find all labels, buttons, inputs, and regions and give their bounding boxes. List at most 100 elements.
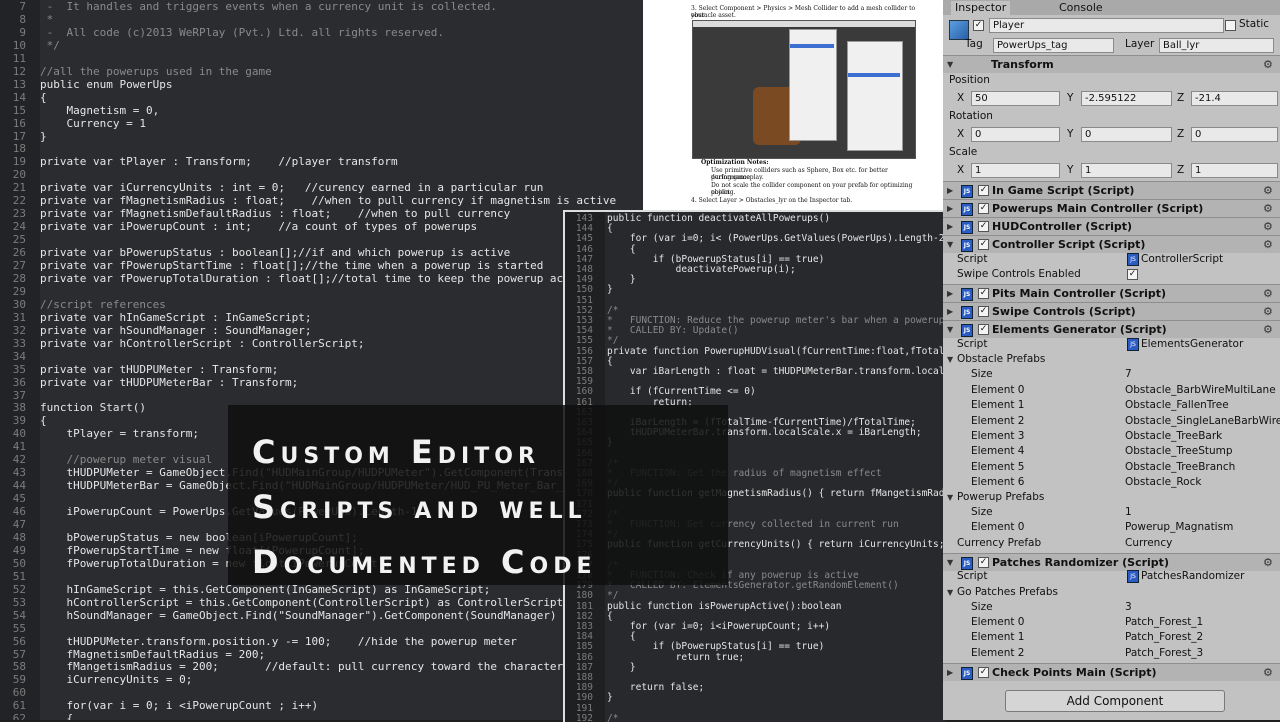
code-text: private var bPowerupStatus : boolean[];/… — [40, 246, 511, 260]
gear-icon[interactable]: ⚙ — [1263, 56, 1273, 73]
rotation-z-field[interactable]: 0 — [1191, 127, 1278, 142]
tab-console[interactable]: Console — [1055, 1, 1107, 15]
scale-z-field[interactable]: 1 — [1191, 163, 1278, 178]
component-enabled-checkbox[interactable]: ✓ — [978, 557, 989, 568]
line-number: 7 — [19, 0, 26, 13]
script-icon: JS — [1127, 338, 1139, 351]
component-powerups-main[interactable]: ▶ JS ✓ Powerups Main Controller (Script)… — [943, 199, 1280, 217]
line-number: 56 — [12, 634, 26, 648]
tag-dropdown[interactable]: PowerUps_tag — [993, 38, 1114, 53]
patches-size-value[interactable]: 3 — [1125, 599, 1132, 615]
component-transform[interactable]: ▼ Transform ⚙ — [943, 55, 1280, 73]
tab-inspector[interactable]: Inspector — [951, 1, 1011, 15]
component-in-game-script[interactable]: ▶ JS ✓ In Game Script (Script) ⚙ — [943, 181, 1280, 199]
component-title: Powerups Main Controller (Script) — [992, 202, 1204, 215]
elements-script-value[interactable]: ElementsGenerator — [1141, 336, 1243, 352]
component-enabled-checkbox[interactable]: ✓ — [978, 288, 989, 299]
rotation-y-field[interactable]: 0 — [1081, 127, 1172, 142]
component-title: Pits Main Controller (Script) — [992, 287, 1167, 300]
component-controller-script[interactable]: ▼ JS ✓ Controller Script (Script) ⚙ — [943, 235, 1280, 253]
gameobject-name-field[interactable]: Player — [989, 18, 1224, 33]
add-component-button[interactable]: Add Component — [1005, 690, 1225, 712]
component-enabled-checkbox[interactable]: ✓ — [978, 306, 989, 317]
static-checkbox[interactable] — [1225, 20, 1236, 31]
code-line: 13 public enum PowerUps — [0, 78, 173, 91]
line-number: 32 — [12, 323, 26, 337]
position-x-field[interactable]: 50 — [971, 91, 1060, 106]
documentation-page: 3. Select Component > Physics > Mesh Col… — [643, 0, 943, 210]
fold-arrow-icon[interactable]: ▼ — [947, 321, 953, 338]
gear-icon[interactable]: ⚙ — [1263, 285, 1273, 302]
position-z-field[interactable]: -21.4 — [1191, 91, 1278, 106]
fold-arrow-icon[interactable]: ▼ — [947, 56, 953, 73]
fold-arrow-icon[interactable]: ▶ — [947, 218, 953, 235]
component-enabled-checkbox[interactable]: ✓ — [978, 221, 989, 232]
component-enabled-checkbox[interactable]: ✓ — [978, 239, 989, 250]
swipe-enabled-checkbox[interactable]: ✓ — [1127, 269, 1138, 280]
component-enabled-checkbox[interactable]: ✓ — [978, 203, 989, 214]
element-value[interactable]: Patch_Forest_2 — [1125, 629, 1203, 645]
component-enabled-checkbox[interactable]: ✓ — [978, 324, 989, 335]
elements-script-label: Script — [957, 338, 988, 350]
element-value[interactable]: Obstacle_Rock — [1125, 474, 1201, 490]
element-value[interactable]: Obstacle_BarbWireMultiLane — [1125, 382, 1276, 398]
code-line: 17} — [0, 130, 47, 143]
scale-y-field[interactable]: 1 — [1081, 163, 1172, 178]
swipe-enabled-label: Swipe Controls Enabled — [957, 268, 1081, 280]
fold-arrow-icon[interactable]: ▼ — [947, 588, 953, 597]
code-line: 192 /* — [565, 712, 619, 722]
element-value[interactable]: Patch_Forest_3 — [1125, 645, 1203, 661]
gear-icon[interactable]: ⚙ — [1263, 554, 1273, 571]
gear-icon[interactable]: ⚙ — [1263, 182, 1273, 199]
element-value[interactable]: Obstacle_TreeBranch — [1125, 459, 1235, 475]
component-enabled-checkbox[interactable]: ✓ — [978, 185, 989, 196]
line-number: 12 — [12, 64, 26, 78]
currency-prefab-value[interactable]: Currency — [1125, 535, 1172, 551]
element-value[interactable]: Obstacle_TreeBark — [1125, 428, 1222, 444]
gameobject-active-checkbox[interactable]: ✓ — [973, 20, 984, 31]
fold-arrow-icon[interactable]: ▼ — [947, 554, 953, 571]
rotation-x-field[interactable]: 0 — [971, 127, 1060, 142]
powerup-prefabs-label: Powerup Prefabs — [957, 491, 1045, 503]
gear-icon[interactable]: ⚙ — [1263, 200, 1273, 217]
gear-icon[interactable]: ⚙ — [1263, 303, 1273, 320]
patches-script-value[interactable]: PatchesRandomizer — [1141, 568, 1244, 584]
code-text: //script references — [40, 297, 166, 311]
fold-arrow-icon[interactable]: ▶ — [947, 200, 953, 217]
layer-dropdown[interactable]: Ball_lyr — [1159, 38, 1274, 53]
element-value[interactable]: Obstacle_TreeStump — [1125, 443, 1233, 459]
scale-x-field[interactable]: 1 — [971, 163, 1060, 178]
fold-arrow-icon[interactable]: ▶ — [947, 285, 953, 302]
fold-arrow-icon[interactable]: ▼ — [947, 236, 953, 253]
fold-arrow-icon[interactable]: ▼ — [947, 355, 953, 364]
component-check-points[interactable]: ▶ JS ✓ Check Points Main (Script) ⚙ — [943, 663, 1280, 681]
powerup-element-0-value[interactable]: Powerup_Magnatism — [1125, 519, 1233, 535]
component-enabled-checkbox[interactable]: ✓ — [978, 667, 989, 678]
obstacle-size-value[interactable]: 7 — [1125, 366, 1132, 382]
gear-icon[interactable]: ⚙ — [1263, 236, 1273, 253]
component-pits-main[interactable]: ▶ JS ✓ Pits Main Controller (Script) ⚙ — [943, 284, 1280, 302]
code-line: 47 — [0, 518, 40, 531]
element-value[interactable]: Patch_Forest_1 — [1125, 614, 1203, 630]
line-number: 25 — [12, 233, 26, 247]
controller-script-value[interactable]: ControllerScript — [1141, 251, 1223, 267]
fold-arrow-icon[interactable]: ▼ — [947, 493, 953, 502]
code-line: 156 private function PowerupHUDVisual(fCu… — [565, 345, 945, 358]
code-text: //all the powerups used in the game — [40, 64, 272, 78]
line-number: 18 — [12, 142, 26, 156]
code-text: hControllerScript = this.GetComponent(Co… — [40, 595, 570, 609]
element-value[interactable]: Obstacle_SingleLaneBarbWire — [1125, 413, 1280, 429]
fold-arrow-icon[interactable]: ▶ — [947, 182, 953, 199]
fold-arrow-icon[interactable]: ▶ — [947, 664, 953, 681]
gear-icon[interactable]: ⚙ — [1263, 321, 1273, 338]
component-swipe-controls[interactable]: ▶ JS ✓ Swipe Controls (Script) ⚙ — [943, 302, 1280, 320]
code-line: 61 for(var i = 0; i <iPowerupCount ; i++… — [0, 699, 318, 712]
powerup-size-value[interactable]: 1 — [1125, 504, 1132, 520]
layer-label: Layer — [1125, 38, 1155, 50]
fold-arrow-icon[interactable]: ▶ — [947, 303, 953, 320]
component-hud-controller[interactable]: ▶ JS ✓ HUDController (Script) ⚙ — [943, 217, 1280, 235]
position-y-field[interactable]: -2.595122 — [1081, 91, 1172, 106]
gear-icon[interactable]: ⚙ — [1263, 218, 1273, 235]
element-value[interactable]: Obstacle_FallenTree — [1125, 397, 1229, 413]
gear-icon[interactable]: ⚙ — [1263, 664, 1273, 681]
